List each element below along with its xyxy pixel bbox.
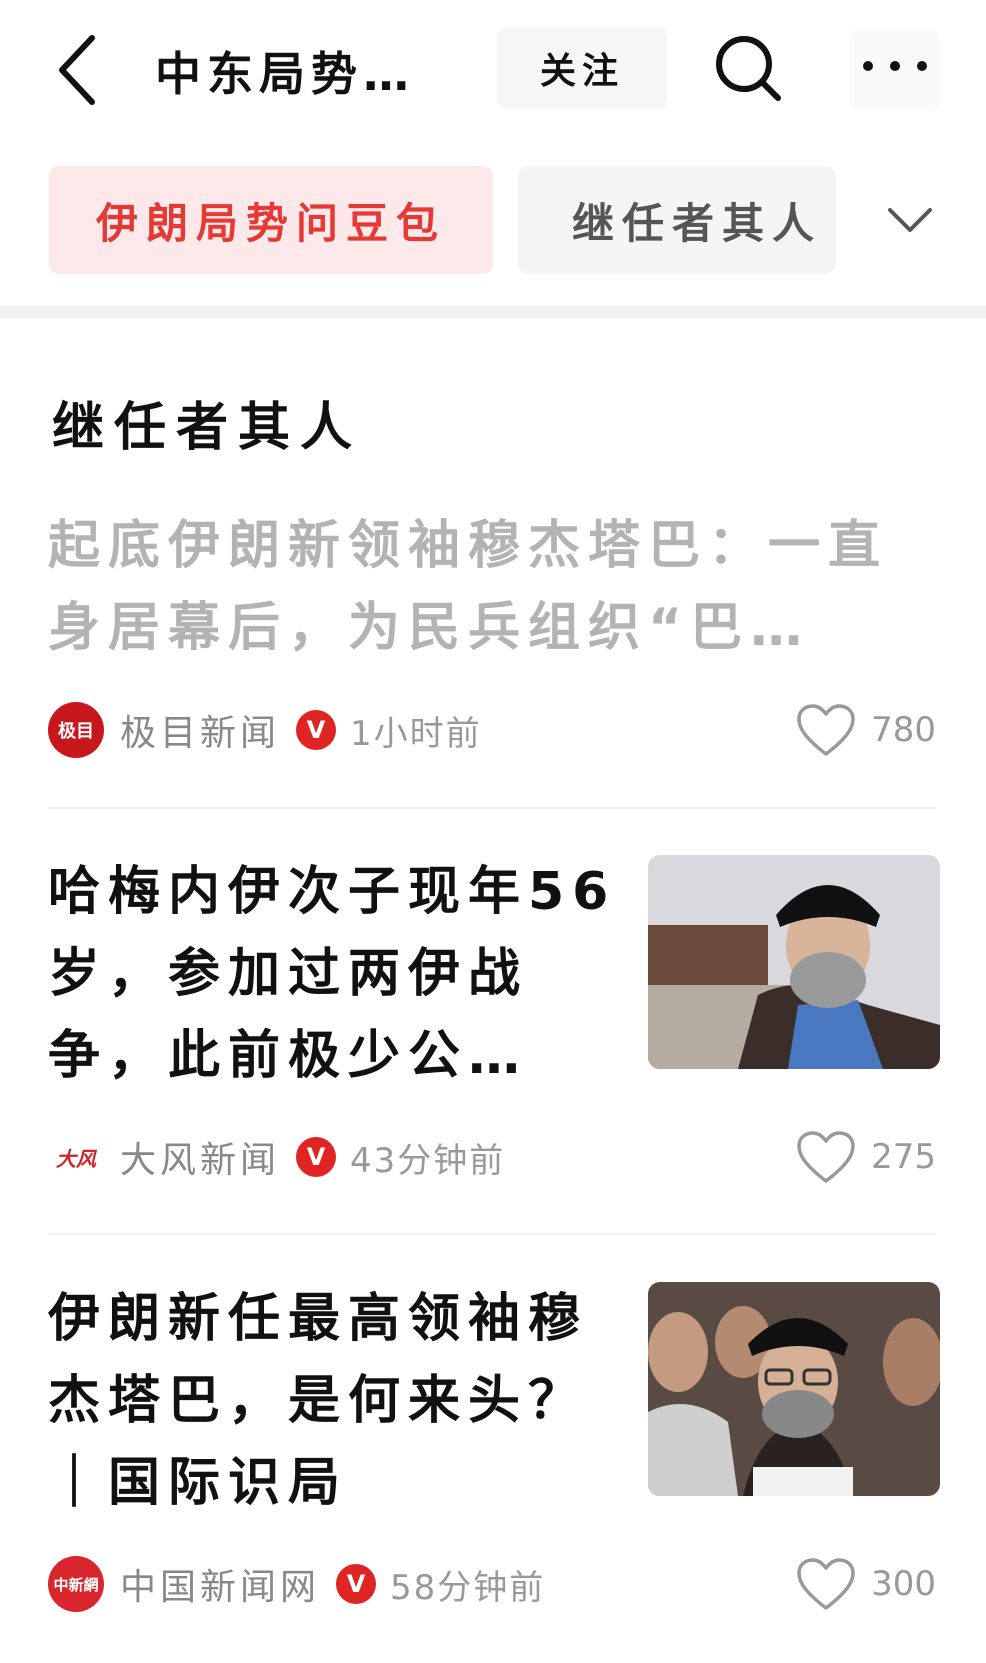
- article-separator: [48, 807, 936, 809]
- publish-time: 43分钟前: [350, 1140, 506, 1181]
- like-count: 300: [871, 1564, 936, 1604]
- article-title-line: 起底伊朗新领袖穆杰塔巴：一直: [48, 516, 889, 576]
- article-title: 伊朗新任最高领袖穆 杰塔巴，是何来头？ ｜国际识局: [48, 1278, 628, 1524]
- more-button[interactable]: [850, 30, 940, 110]
- publish-time: 58分钟前: [390, 1567, 546, 1608]
- article-title-line: 伊朗新任最高领袖穆: [48, 1289, 589, 1349]
- article-title: 哈梅内伊次子现年56 岁，参加过两伊战 争，此前极少公…: [48, 851, 628, 1097]
- cleric-portrait-image: [648, 855, 940, 1069]
- search-icon: [716, 36, 781, 101]
- heart-icon: [797, 1131, 855, 1183]
- source-name[interactable]: 中国新闻网: [120, 1558, 320, 1610]
- article-thumbnail[interactable]: [648, 1282, 940, 1496]
- article-meta: 大风 大风新闻 V 43分钟前: [48, 1127, 505, 1187]
- like-button[interactable]: 780: [795, 700, 936, 760]
- source-logo: 极目: [48, 702, 104, 758]
- article-title: 起底伊朗新领袖穆杰塔巴：一直 身居幕后，为民兵组织“巴…: [48, 505, 938, 669]
- verified-v-icon: V: [296, 1137, 337, 1177]
- source-logo: 中新網: [48, 1556, 104, 1612]
- like-button[interactable]: 275: [795, 1127, 936, 1187]
- like-count: 275: [871, 1137, 936, 1177]
- article-title-line: 哈梅内伊次子现年56: [48, 862, 617, 922]
- tab-iran-situation[interactable]: 伊朗局势问豆包: [49, 166, 493, 274]
- article-title-line: 岁，参加过两伊战: [48, 944, 529, 1004]
- follow-button[interactable]: 关注: [497, 27, 667, 109]
- cleric-crowd-image: [648, 1282, 940, 1496]
- like-button[interactable]: 300: [795, 1554, 936, 1614]
- article-thumbnail[interactable]: [648, 855, 940, 1069]
- tab-successor[interactable]: 继任者其人: [518, 166, 836, 274]
- page-title: 中东局势…: [155, 47, 415, 101]
- top-bar: 中东局势… 关注: [0, 0, 986, 140]
- like-count: 780: [871, 710, 936, 750]
- source-name[interactable]: 大风新闻: [120, 1131, 280, 1183]
- heart-icon: [797, 1558, 855, 1610]
- source-logo: 大风: [48, 1129, 104, 1185]
- article-title-line: 杰塔巴，是何来头？: [48, 1371, 589, 1431]
- search-button[interactable]: [710, 30, 790, 110]
- article-card[interactable]: 伊朗新任最高领袖穆 杰塔巴，是何来头？ ｜国际识局 中新網 中国新闻网 V 58…: [0, 1282, 986, 1642]
- expand-tabs-button[interactable]: [880, 196, 940, 246]
- publish-time: 1小时前: [350, 713, 482, 754]
- verified-v-icon: V: [296, 710, 337, 750]
- section-title: 继任者其人: [52, 398, 363, 458]
- section-divider: [0, 306, 986, 318]
- article-meta: 中新網 中国新闻网 V 58分钟前: [48, 1554, 545, 1614]
- article-title-line: ｜国际识局: [48, 1453, 349, 1513]
- article-title-line: 身居幕后，为民兵组织“巴…: [48, 598, 811, 658]
- article-separator: [48, 1233, 936, 1235]
- chevron-left-icon: [59, 35, 95, 105]
- back-button[interactable]: [50, 30, 110, 110]
- chevron-down-icon: [888, 208, 932, 232]
- article-meta: 极目 极目新闻 V 1小时前: [48, 700, 482, 760]
- source-name[interactable]: 极目新闻: [120, 704, 280, 756]
- article-card[interactable]: 哈梅内伊次子现年56 岁，参加过两伊战 争，此前极少公… 大风 大风新闻 V 4…: [0, 855, 986, 1185]
- heart-icon: [797, 704, 855, 756]
- article-title-line: 争，此前极少公…: [48, 1026, 529, 1086]
- verified-v-icon: V: [336, 1564, 377, 1604]
- article-card[interactable]: 起底伊朗新领袖穆杰塔巴：一直 身居幕后，为民兵组织“巴… 极目 极目新闻 V 1…: [0, 505, 986, 805]
- more-dots-icon: [863, 61, 927, 71]
